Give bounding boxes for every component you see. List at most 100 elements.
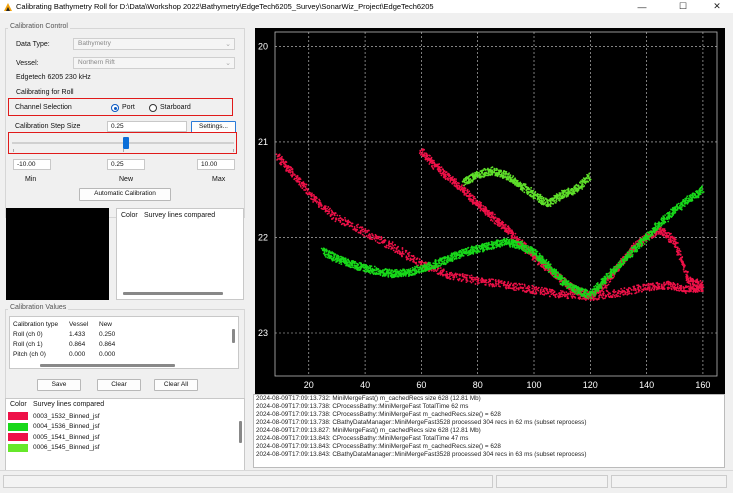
data-point bbox=[546, 264, 549, 266]
data-point bbox=[369, 233, 371, 236]
data-point bbox=[315, 197, 318, 200]
data-point bbox=[628, 292, 631, 295]
compare-lines-list[interactable]: Color Survey lines compared bbox=[116, 208, 244, 300]
data-point bbox=[336, 214, 339, 217]
port-radio[interactable] bbox=[111, 104, 119, 112]
data-point bbox=[592, 291, 595, 294]
data-point bbox=[663, 288, 666, 291]
data-point bbox=[509, 246, 512, 248]
data-point bbox=[396, 252, 399, 254]
data-point bbox=[676, 204, 678, 207]
close-button[interactable]: ✕ bbox=[703, 0, 731, 13]
data-point bbox=[333, 259, 335, 262]
data-point bbox=[539, 264, 542, 267]
vessel-select[interactable]: Northern Rift ⌄ bbox=[73, 57, 235, 69]
max-value-input[interactable]: 10.00 bbox=[197, 159, 235, 170]
automatic-calibration-button[interactable]: Automatic Calibration bbox=[79, 188, 171, 201]
calibration-slider-thumb[interactable] bbox=[122, 137, 129, 149]
data-point bbox=[638, 247, 641, 249]
clear-button[interactable]: Clear bbox=[97, 379, 141, 391]
horizontal-scrollbar[interactable] bbox=[40, 364, 175, 367]
data-point bbox=[673, 240, 676, 243]
data-point bbox=[360, 265, 362, 268]
survey-lines-list[interactable]: Color Survey lines compared 0003_1532_Bi… bbox=[5, 398, 245, 471]
data-point bbox=[521, 242, 524, 245]
data-point bbox=[429, 154, 431, 157]
data-point bbox=[653, 231, 656, 234]
data-point bbox=[695, 286, 698, 289]
data-point bbox=[626, 291, 628, 294]
data-point bbox=[405, 272, 408, 275]
data-point bbox=[663, 281, 666, 284]
data-point bbox=[459, 189, 462, 192]
data-point bbox=[511, 246, 514, 248]
data-point bbox=[671, 213, 674, 215]
data-point bbox=[465, 252, 467, 254]
survey-line-item[interactable]: 0005_1541_Binned_jsf bbox=[8, 432, 233, 442]
table-row[interactable]: Roll (ch 1) 0.864 0.864 bbox=[13, 339, 119, 349]
starboard-radio-label[interactable]: Starboard bbox=[160, 104, 191, 111]
data-point bbox=[438, 165, 441, 168]
survey-line-item[interactable]: 0004_1536_Binned_jsf bbox=[8, 422, 233, 432]
bathymetry-scatter-chart[interactable]: 20 40 60 80 100 120 140 16020212223 bbox=[255, 28, 725, 394]
data-point bbox=[564, 295, 566, 298]
data-point bbox=[428, 270, 430, 272]
data-point bbox=[668, 241, 671, 244]
starboard-radio[interactable] bbox=[149, 104, 157, 112]
data-point bbox=[542, 288, 545, 291]
data-point bbox=[447, 179, 450, 181]
data-point bbox=[619, 263, 622, 266]
data-point bbox=[531, 248, 534, 251]
data-point bbox=[431, 159, 434, 162]
max-label: Max bbox=[212, 176, 226, 183]
clear-all-button[interactable]: Clear All bbox=[154, 379, 198, 391]
data-point bbox=[379, 238, 381, 241]
data-point bbox=[377, 270, 380, 273]
data-point bbox=[327, 212, 330, 215]
data-point bbox=[395, 268, 398, 271]
data-point bbox=[409, 269, 412, 272]
vertical-scrollbar[interactable] bbox=[232, 329, 235, 343]
data-point bbox=[528, 252, 531, 255]
new-value-input[interactable]: 0.25 bbox=[107, 159, 145, 170]
data-point bbox=[445, 259, 448, 261]
data-point bbox=[575, 290, 577, 293]
line-color-swatch bbox=[8, 433, 28, 441]
data-point bbox=[431, 264, 434, 267]
save-button[interactable]: Save bbox=[37, 379, 81, 391]
step-size-input[interactable]: 0.25 bbox=[107, 121, 187, 132]
data-point bbox=[647, 236, 650, 238]
data-point bbox=[415, 262, 418, 265]
bathymetry-plot[interactable]: 20 40 60 80 100 120 140 160 20 21 22 23 bbox=[255, 28, 725, 394]
data-point bbox=[420, 264, 423, 267]
data-type-select[interactable]: Bathymetry ⌄ bbox=[73, 38, 235, 50]
maximize-button[interactable]: ☐ bbox=[669, 0, 697, 13]
data-point bbox=[472, 278, 475, 281]
data-point bbox=[553, 275, 555, 278]
data-point bbox=[680, 258, 683, 261]
data-point bbox=[656, 231, 658, 233]
data-point bbox=[350, 222, 353, 225]
survey-line-item[interactable]: 0003_1532_Binned_jsf bbox=[8, 411, 233, 421]
calibration-values-title: Calibration Values bbox=[8, 304, 69, 311]
survey-line-item[interactable]: 0006_1545_Binned_jsf bbox=[8, 443, 233, 453]
table-row[interactable]: Pitch (ch 0) 0.000 0.000 bbox=[13, 349, 119, 359]
data-point bbox=[665, 232, 668, 235]
vertical-scrollbar[interactable] bbox=[239, 421, 242, 443]
port-radio-label[interactable]: Port bbox=[122, 104, 135, 111]
min-value-input[interactable]: -10.00 bbox=[13, 159, 51, 170]
data-point bbox=[542, 258, 545, 261]
min-label: Min bbox=[25, 176, 37, 183]
data-point bbox=[557, 272, 559, 275]
data-point bbox=[296, 178, 299, 181]
data-point bbox=[373, 265, 376, 268]
minimize-button[interactable]: — bbox=[628, 0, 656, 13]
data-point bbox=[683, 270, 686, 273]
horizontal-scrollbar[interactable] bbox=[123, 292, 223, 295]
table-row[interactable]: Roll (ch 0) 1.433 0.250 bbox=[13, 329, 119, 339]
data-point bbox=[478, 282, 480, 284]
data-point bbox=[523, 248, 526, 251]
data-point bbox=[617, 267, 620, 269]
data-point bbox=[356, 264, 358, 267]
data-point bbox=[620, 287, 623, 290]
